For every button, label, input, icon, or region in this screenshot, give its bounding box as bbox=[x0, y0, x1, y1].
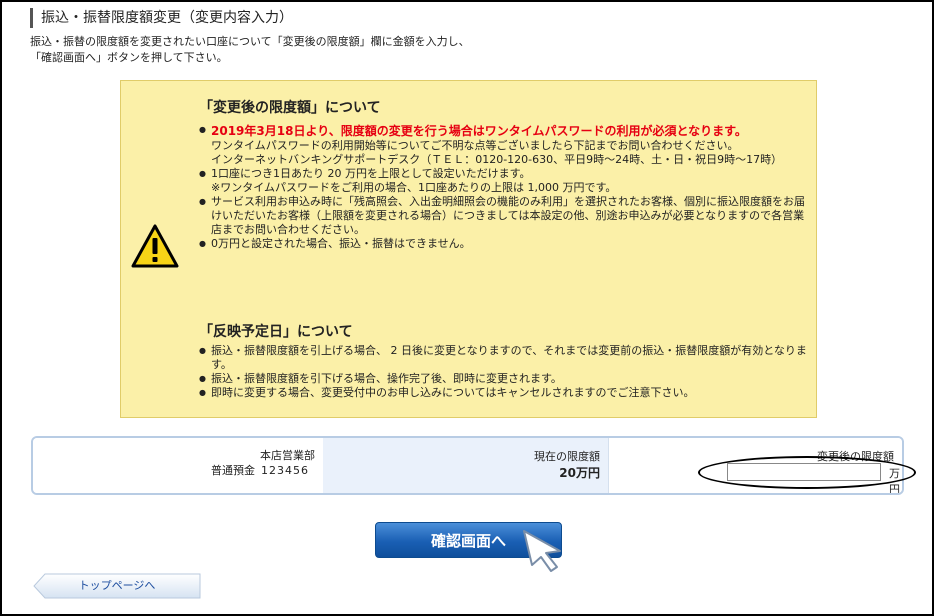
account-number: 123456 bbox=[261, 464, 309, 477]
account-type: 普通預金 bbox=[211, 464, 255, 477]
account-info-cell: 本店営業部 普通預金 123456 bbox=[33, 438, 323, 493]
limit-section-title: 「変更後の限度額」について bbox=[199, 100, 381, 116]
daily-limit-text: 1口座につき1日あたり 20 万円を上限として設定いただけます。 bbox=[211, 167, 531, 180]
limit-notice-list: 2019年3月18日より、限度額の変更を行う場合はワンタイムパスワードの利用が必… bbox=[199, 123, 809, 251]
account-line: 普通預金 123456 bbox=[211, 463, 309, 478]
otp-limit-text: ※ワンタイムパスワードをご利用の場合、1口座あたりの上限は 1,000 万円です… bbox=[211, 181, 617, 194]
intro-text: 振込・振替の限度額を変更されたい口座について「変更後の限度額」欄に金額を入力し、… bbox=[30, 34, 470, 66]
highlight-oval bbox=[698, 456, 916, 489]
support-desk-text: インターネットバンキングサポートデスク（ＴＥＬ：0120-120-630、平日9… bbox=[211, 153, 783, 166]
intro-line-1: 振込・振替の限度額を変更されたい口座について「変更後の限度額」欄に金額を入力し、 bbox=[30, 35, 470, 48]
list-item: 0万円と設定された場合、振込・振替はできません。 bbox=[199, 237, 809, 251]
effective-date-list: 振込・振替限度額を引上げる場合、 2 日後に変更となりますので、それまでは変更前… bbox=[199, 344, 809, 400]
notice-box: 「変更後の限度額」について 2019年3月18日より、限度額の変更を行う場合はワ… bbox=[120, 80, 817, 418]
warning-triangle-icon bbox=[131, 224, 179, 268]
current-limit-cell: 現在の限度額 20万円 bbox=[323, 438, 608, 493]
list-item: 振込・振替限度額を引下げる場合、操作完了後、即時に変更されます。 bbox=[199, 372, 809, 386]
list-item: 振込・振替限度額を引上げる場合、 2 日後に変更となりますので、それまでは変更前… bbox=[199, 344, 809, 372]
current-limit-label: 現在の限度額 bbox=[534, 450, 600, 463]
otp-required-notice: 2019年3月18日より、限度額の変更を行う場合はワンタイムパスワードの利用が必… bbox=[211, 124, 747, 138]
intro-line-2: 「確認画面へ」ボタンを押して下さい。 bbox=[30, 51, 228, 64]
current-limit-value: 20万円 bbox=[559, 466, 600, 480]
list-item: サービス利用お申込み時に「残高照会、入出金明細照会の機能のみ利用」を選択されたお… bbox=[199, 195, 809, 237]
mouse-cursor-icon bbox=[523, 530, 561, 572]
otp-inquiry-text: ワンタイムパスワードの利用開始等についてご不明な点等ございましたら下記までお問い… bbox=[211, 139, 739, 152]
list-item: 即時に変更する場合、変更受付中のお申し込みについてはキャンセルされますのでご注意… bbox=[199, 386, 809, 400]
top-page-link[interactable]: トップページへ bbox=[33, 573, 201, 599]
top-page-link-label: トップページへ bbox=[78, 579, 156, 592]
list-item: 2019年3月18日より、限度額の変更を行う場合はワンタイムパスワードの利用が必… bbox=[199, 123, 809, 167]
effective-date-section-title: 「反映予定日」について bbox=[199, 324, 353, 340]
list-item: 1口座につき1日あたり 20 万円を上限として設定いただけます。 ※ワンタイムパ… bbox=[199, 167, 809, 195]
branch-name: 本店営業部 bbox=[260, 449, 315, 462]
page-title: 振込・振替限度額変更（変更内容入力） bbox=[30, 8, 293, 28]
